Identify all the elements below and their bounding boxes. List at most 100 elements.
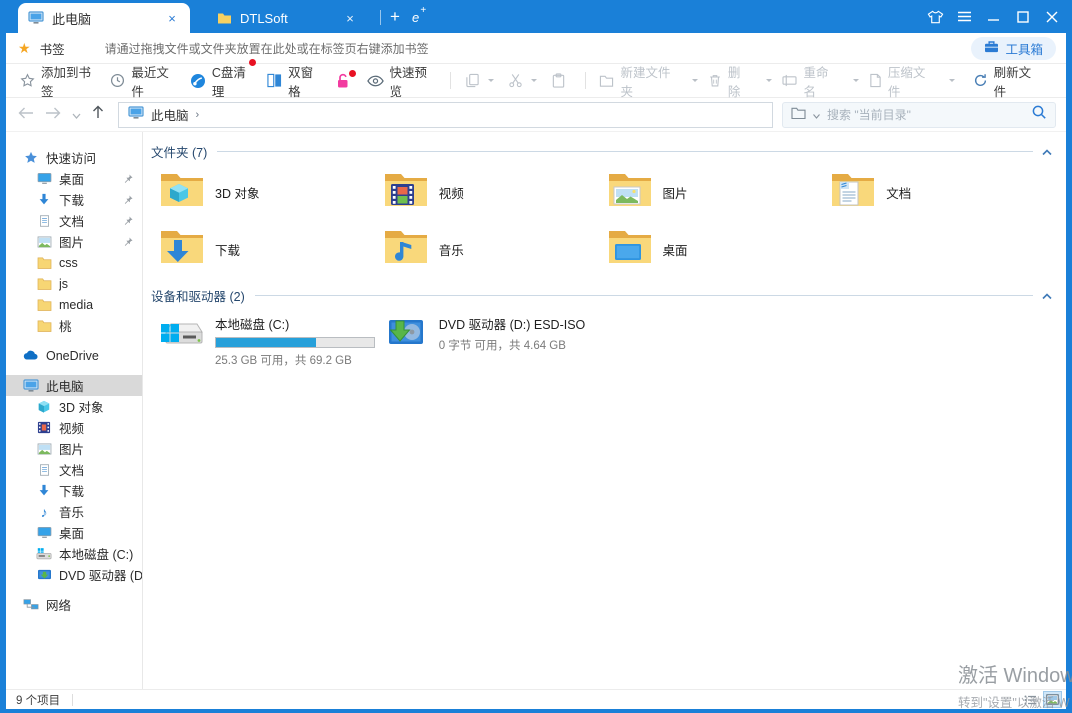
dual-pane-button[interactable]: 双窗格 xyxy=(267,62,318,100)
c-drive-clean-button[interactable]: C盘清理 xyxy=(190,58,257,100)
sidebar-item-documents[interactable]: 文档 xyxy=(6,459,142,480)
new-folder-icon xyxy=(599,74,614,88)
sidebar-item-pictures[interactable]: 图片 xyxy=(6,231,142,252)
bookmark-bar-label: 书签 xyxy=(39,42,65,57)
sidebar-item-pictures[interactable]: 图片 xyxy=(6,438,142,459)
copy-button[interactable] xyxy=(465,73,480,88)
search-scope-folder-icon xyxy=(791,106,806,124)
sidebar-item-css[interactable]: css xyxy=(6,252,142,273)
rename-icon xyxy=(782,74,798,87)
tab-this-pc[interactable]: 此电脑 × xyxy=(18,3,190,33)
sidebar-item-network[interactable]: 网络 xyxy=(6,594,142,615)
sidebar-item-documents[interactable]: 文档 xyxy=(6,210,142,231)
folder-tile-downloads[interactable]: 下载 xyxy=(159,225,383,273)
address-box[interactable]: 此电脑 › xyxy=(118,101,773,128)
folder-tile-3d-objects[interactable]: 3D 对象 xyxy=(159,168,383,216)
theme-shirt-icon[interactable] xyxy=(921,0,950,33)
folder-tile-pictures[interactable]: 图片 xyxy=(607,168,831,216)
drives-grid: 本地磁盘 (C:) 25.3 GB 可用，共 69.2 GB DVD 驱动器 (… xyxy=(159,312,1054,368)
sidebar-item-downloads[interactable]: 下载 xyxy=(6,189,142,210)
refresh-button[interactable]: 刷新文件 xyxy=(973,62,1035,100)
sidebar-item-downloads[interactable]: 下载 xyxy=(6,480,142,501)
tab-separator xyxy=(380,10,381,25)
unlock-button[interactable] xyxy=(336,69,356,89)
breadcrumb-chevron-icon[interactable]: › xyxy=(196,109,200,121)
copy-dropdown-icon[interactable] xyxy=(487,79,494,85)
history-dropdown-icon[interactable] xyxy=(72,106,81,124)
details-view-icon[interactable] xyxy=(1022,692,1039,707)
search-scope-dropdown-icon[interactable] xyxy=(813,106,820,124)
local-disk-icon xyxy=(36,546,52,562)
drive-tile-dvd-d[interactable]: DVD 驱动器 (D:) ESD-ISO 0 字节 可用，共 4.64 GB xyxy=(383,312,607,368)
drive-tile-local-disk-c[interactable]: 本地磁盘 (C:) 25.3 GB 可用，共 69.2 GB xyxy=(159,312,383,368)
search-box[interactable] xyxy=(782,101,1056,128)
maximize-button[interactable] xyxy=(1008,0,1037,33)
navigation-pane: 快速访问 桌面 下载 文档 图片 css js media 桃 OneDrive… xyxy=(6,132,143,689)
compress-dropdown-icon[interactable] xyxy=(948,79,955,85)
tab-close-icon[interactable]: × xyxy=(164,11,180,26)
drive-capacity: 25.3 GB 可用，共 69.2 GB xyxy=(215,355,352,367)
delete-button[interactable]: 删除 xyxy=(708,62,748,100)
cut-dropdown-icon[interactable] xyxy=(530,79,537,85)
sidebar-item-desktop[interactable]: 桌面 xyxy=(6,168,142,189)
tab-close-icon[interactable]: × xyxy=(342,11,358,26)
quick-preview-button[interactable]: 快速预览 xyxy=(366,62,431,100)
sidebar-item-this-pc[interactable]: 此电脑 xyxy=(6,375,142,396)
sidebar-item-tao[interactable]: 桃 xyxy=(6,315,142,336)
folder-tile-videos[interactable]: 视频 xyxy=(383,168,607,216)
folder-tile-music[interactable]: 音乐 xyxy=(383,225,607,273)
computer-icon xyxy=(23,378,39,394)
menu-icon[interactable] xyxy=(950,0,979,33)
close-button[interactable] xyxy=(1037,0,1066,33)
breadcrumb-this-pc[interactable]: 此电脑 xyxy=(151,105,189,124)
folder-tile-desktop[interactable]: 桌面 xyxy=(607,225,831,273)
collapse-chevron-icon[interactable] xyxy=(1042,143,1052,161)
drive-name: 本地磁盘 (C:) xyxy=(215,318,290,332)
minimize-button[interactable] xyxy=(979,0,1008,33)
up-button[interactable] xyxy=(92,105,104,124)
drive-name: DVD 驱动器 (D:) ESD-ISO xyxy=(438,318,586,332)
sidebar-item-videos[interactable]: 视频 xyxy=(6,417,142,438)
folder-tile-documents[interactable]: 文档 xyxy=(830,168,1054,216)
tab-dtlsoft[interactable]: DTLSoft × xyxy=(206,3,368,33)
back-button[interactable] xyxy=(18,106,34,124)
sidebar-item-3d-objects[interactable]: 3D 对象 xyxy=(6,396,142,417)
thumbnail-view-icon[interactable] xyxy=(1043,691,1062,708)
recent-files-button[interactable]: 最近文件 xyxy=(110,62,172,100)
new-tab-plus-icon[interactable]: + xyxy=(390,8,400,25)
items-count: 9 个项目 xyxy=(16,694,61,707)
delete-dropdown-icon[interactable] xyxy=(766,79,773,85)
bookmark-star-icon: ★ xyxy=(18,39,31,56)
sidebar-item-dvd-drive-d[interactable]: DVD 驱动器 (D:) ESD-ISO xyxy=(6,564,142,585)
sidebar-item-quick-access[interactable]: 快速访问 xyxy=(6,147,142,168)
search-input[interactable] xyxy=(827,107,1024,122)
new-folder-button[interactable]: 新建文件夹 xyxy=(599,62,672,100)
rename-dropdown-icon[interactable] xyxy=(852,79,859,85)
rename-button[interactable]: 重命名 xyxy=(782,62,833,100)
add-bookmark-button[interactable]: 添加到书签 xyxy=(20,62,93,100)
compress-button[interactable]: 压缩文件 xyxy=(869,62,930,100)
disk-clean-icon xyxy=(190,73,206,89)
sidebar-item-media[interactable]: media xyxy=(6,294,142,315)
sidebar-item-onedrive[interactable]: OneDrive xyxy=(6,345,142,366)
sidebar-item-local-disk-c[interactable]: 本地磁盘 (C:) xyxy=(6,543,142,564)
downloads-folder-icon xyxy=(159,227,205,272)
download-icon xyxy=(36,192,52,208)
paste-button[interactable] xyxy=(551,73,566,88)
sidebar-item-desktop[interactable]: 桌面 xyxy=(6,522,142,543)
sidebar-item-js[interactable]: js xyxy=(6,273,142,294)
search-icon[interactable] xyxy=(1031,104,1047,125)
toolbox-button[interactable]: 工具箱 xyxy=(971,36,1056,60)
new-folder-dropdown-icon[interactable] xyxy=(691,79,698,85)
local-disk-icon xyxy=(159,312,205,357)
cut-button[interactable] xyxy=(508,73,523,88)
forward-button[interactable] xyxy=(45,106,61,124)
clock-icon xyxy=(110,73,125,88)
star-outline-icon xyxy=(20,73,35,88)
sidebar-item-music[interactable]: ♪ 音乐 xyxy=(6,501,142,522)
new-tab-profile-icon[interactable]: e + xyxy=(412,5,426,25)
collapse-chevron-icon[interactable] xyxy=(1042,287,1052,305)
folder-icon xyxy=(36,297,52,313)
folders-grid: 3D 对象 视频 图片 文档 下载 音乐 桌面 xyxy=(159,168,1054,273)
dvd-drive-icon xyxy=(36,567,52,583)
